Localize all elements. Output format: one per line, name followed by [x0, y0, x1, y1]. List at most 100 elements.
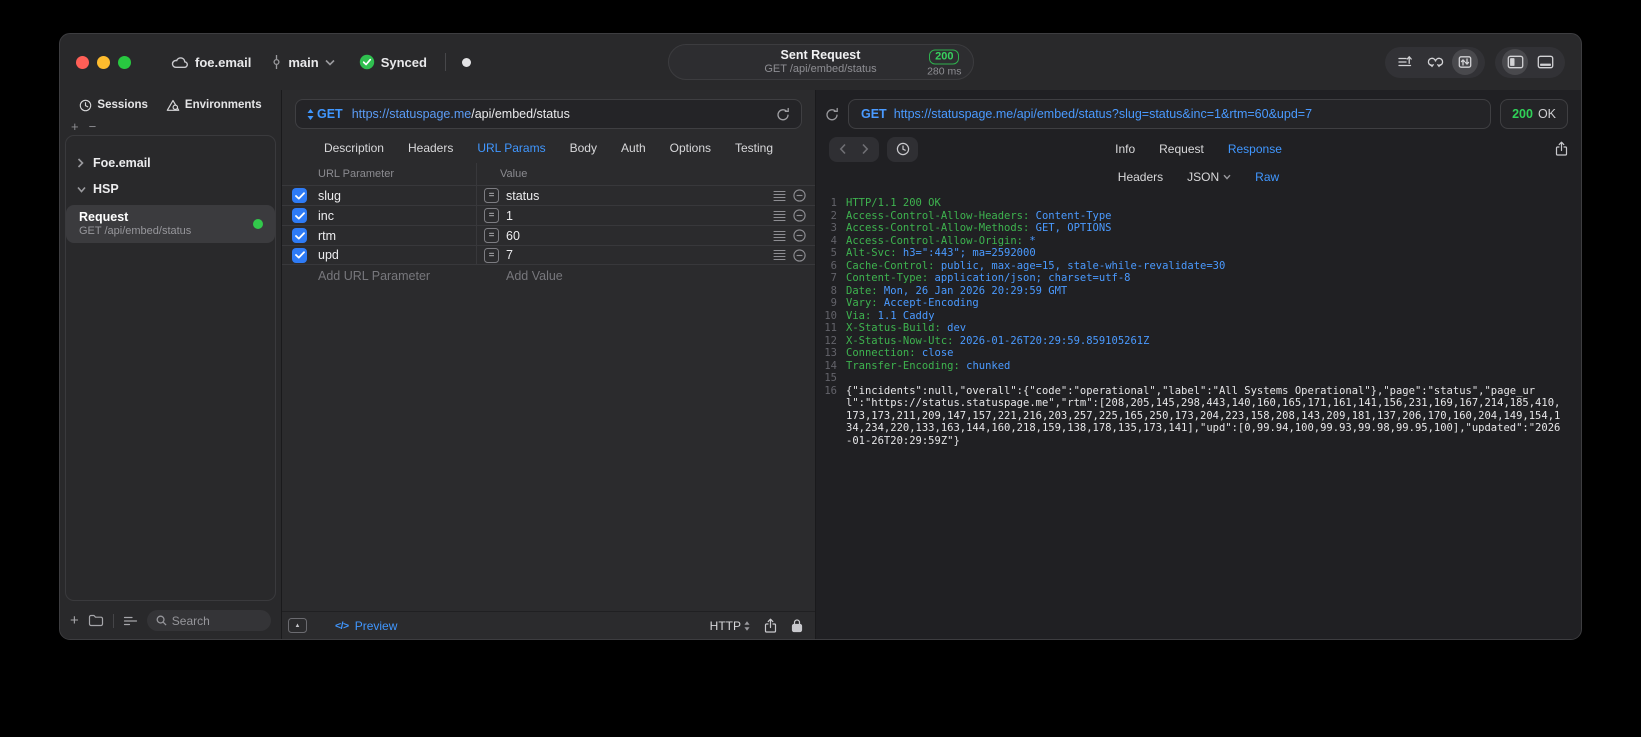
response-tab-response[interactable]: Response: [1228, 142, 1282, 156]
add-session-button[interactable]: +: [71, 120, 79, 133]
forward-icon[interactable]: [861, 143, 869, 155]
request-tab-testing[interactable]: Testing: [735, 141, 773, 155]
request-url-bar[interactable]: GET https://statuspage.me/api/embed/stat…: [295, 99, 802, 129]
response-line: 11 X-Status-Build: dev: [824, 322, 967, 334]
sidebar-item-request[interactable]: Request GET /api/embed/status: [66, 205, 275, 243]
chevron-down-icon: [77, 186, 86, 193]
collapse-panel-button[interactable]: ▲: [288, 618, 307, 633]
remove-row-icon[interactable]: [793, 189, 806, 202]
send-reload-icon[interactable]: [776, 107, 790, 122]
remove-row-icon[interactable]: [793, 248, 806, 262]
lock-icon[interactable]: [791, 618, 803, 633]
request-tab-auth[interactable]: Auth: [621, 141, 646, 155]
column-header-parameter: URL Parameter: [318, 168, 395, 180]
add-parameter-placeholder[interactable]: Add URL Parameter: [292, 269, 476, 283]
param-name[interactable]: upd: [318, 248, 476, 262]
branch-icon: [271, 54, 282, 70]
response-subtab-headers[interactable]: Headers: [1118, 170, 1163, 184]
share-icon[interactable]: [764, 618, 777, 634]
environments-icon: [166, 99, 180, 112]
param-value[interactable]: 7: [506, 248, 766, 262]
zoom-window-button[interactable]: [118, 55, 131, 69]
project-menu[interactable]: foe.email: [171, 55, 251, 70]
param-enabled-checkbox[interactable]: [292, 188, 307, 203]
param-enabled-checkbox[interactable]: [292, 208, 307, 223]
reorder-icon[interactable]: [773, 210, 786, 222]
status-text: OK: [1537, 107, 1556, 121]
response-code[interactable]: 1 HTTP/1.1 200 OK 2 Access-Control-Allow-He…: [816, 190, 1581, 639]
param-enabled-checkbox[interactable]: [292, 228, 307, 243]
resend-icon[interactable]: [825, 107, 839, 122]
minimize-window-button[interactable]: [97, 55, 110, 69]
close-window-button[interactable]: [76, 55, 89, 69]
reorder-icon[interactable]: [773, 230, 786, 242]
response-line: 2 Access-Control-Allow-Headers: Content-T…: [830, 209, 1112, 222]
param-value[interactable]: status: [506, 189, 766, 203]
status-code: 200: [1512, 107, 1533, 121]
import-export-icon[interactable]: [1452, 49, 1478, 75]
param-name[interactable]: slug: [318, 189, 476, 203]
sidebar-toggle-icon[interactable]: [1502, 49, 1528, 75]
response-subtab-raw[interactable]: Raw: [1255, 170, 1279, 184]
add-value-placeholder[interactable]: Add Value: [476, 269, 815, 283]
request-footer: ▲ </> Preview HTTP: [282, 611, 815, 639]
column-header-value: Value: [500, 168, 528, 180]
chevron-right-icon: [77, 158, 86, 168]
response-line: 6 Cache-Control: public, max-age=15, stal…: [830, 259, 1226, 272]
unsaved-indicator-dot: [461, 57, 471, 67]
back-icon[interactable]: [839, 143, 847, 155]
view-options-icon[interactable]: [123, 615, 138, 627]
reorder-icon[interactable]: [773, 190, 786, 202]
equals-icon: =: [484, 208, 499, 223]
response-line: 9 Vary: Accept-Encoding: [830, 297, 979, 309]
search-input[interactable]: Search: [146, 610, 271, 631]
tab-environments[interactable]: Environments: [166, 99, 262, 112]
request-tab-description[interactable]: Description: [324, 141, 384, 155]
preview-button[interactable]: </> Preview: [335, 619, 397, 633]
response-subtab-json[interactable]: JSON: [1187, 170, 1231, 184]
summary-subtitle: GET /api/embed/status: [764, 62, 877, 75]
response-line: 4 Access-Control-Allow-Origin: *: [830, 234, 1036, 247]
params-table-header: URL Parameter Value: [282, 163, 815, 185]
sidebar-group-hsp[interactable]: HSP: [66, 176, 275, 202]
equals-icon: =: [484, 188, 499, 203]
remove-session-button[interactable]: −: [89, 120, 97, 133]
bottom-panel-toggle-icon[interactable]: [1532, 49, 1558, 75]
param-name[interactable]: rtm: [318, 229, 476, 243]
add-request-button[interactable]: +: [70, 612, 79, 629]
sync-status[interactable]: Synced: [359, 54, 427, 70]
request-flow-icon[interactable]: [1392, 49, 1418, 75]
new-folder-icon[interactable]: [88, 614, 104, 627]
protocol-selector[interactable]: HTTP: [710, 619, 750, 633]
branch-selector[interactable]: main: [271, 54, 335, 70]
response-tab-info[interactable]: Info: [1115, 142, 1135, 156]
method-selector[interactable]: GET: [307, 107, 343, 121]
history-clock-icon[interactable]: [887, 136, 918, 162]
response-tab-request[interactable]: Request: [1159, 142, 1204, 156]
response-line: 12 X-Status-Now-Utc: 2026-01-26T20:29:59.…: [824, 334, 1150, 347]
response-status-pill: 200 OK: [1500, 99, 1568, 129]
request-tab-options[interactable]: Options: [670, 141, 711, 155]
sidebar-group-foe-email[interactable]: Foe.email: [66, 150, 275, 176]
export-response-icon[interactable]: [1555, 141, 1568, 157]
tab-sessions-label: Sessions: [97, 99, 148, 111]
param-enabled-checkbox[interactable]: [292, 247, 307, 263]
tab-sessions[interactable]: Sessions: [79, 99, 148, 112]
request-tab-headers[interactable]: Headers: [408, 141, 453, 155]
request-tab-body[interactable]: Body: [570, 141, 597, 155]
param-value[interactable]: 60: [506, 229, 766, 243]
loop-icon[interactable]: [1422, 49, 1448, 75]
response-line: 8 Date: Mon, 26 Jan 2026 20:29:59 GMT: [830, 284, 1068, 297]
sent-request-url[interactable]: GET https://statuspage.me/api/embed/stat…: [848, 99, 1492, 129]
reorder-icon[interactable]: [773, 249, 786, 261]
group-label: Foe.email: [93, 156, 151, 170]
equals-icon: =: [484, 228, 499, 243]
remove-row-icon[interactable]: [793, 229, 806, 242]
param-row: upd = 7: [282, 245, 815, 265]
request-summary-pill[interactable]: Sent Request GET /api/embed/status 200 2…: [667, 44, 974, 80]
sessions-history-icon: [79, 99, 92, 112]
param-value[interactable]: 1: [506, 209, 766, 223]
request-tab-url-params[interactable]: URL Params: [477, 141, 545, 155]
remove-row-icon[interactable]: [793, 209, 806, 222]
param-name[interactable]: inc: [318, 209, 476, 223]
